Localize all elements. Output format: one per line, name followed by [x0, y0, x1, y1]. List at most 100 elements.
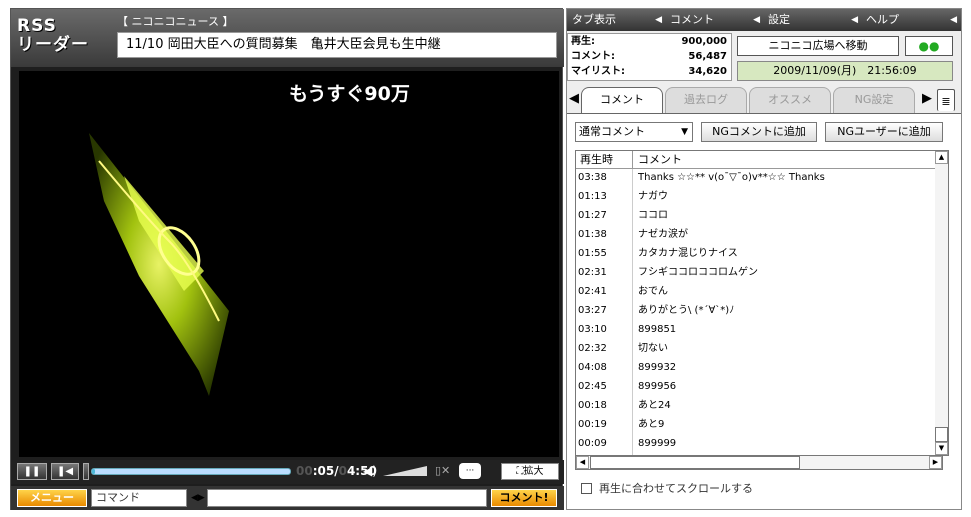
comment-row[interactable]: 03:27 ありがとう\ (*´∀`*)ﾉ: [576, 302, 928, 320]
stat-mylist: マイリスト: 34,620: [571, 66, 727, 77]
tab-recommend[interactable]: オススメ: [749, 87, 831, 113]
menu-tab-display[interactable]: タブ表示 ◀: [569, 12, 664, 28]
comment-text: フシギココロココロムゲン: [638, 267, 758, 278]
comment-row[interactable]: 01:13 ナガウ: [576, 188, 928, 206]
video-player: RSS リーダー 【 ニコニコニュース 】 11/10 岡田大臣への質問募集 亀…: [10, 8, 564, 510]
menu-button[interactable]: メニュー: [17, 489, 87, 507]
sync-scroll-label: 再生に合わせてスクロールする: [599, 482, 753, 495]
logo-line2: リーダー: [17, 35, 89, 55]
panel-detach-icon[interactable]: ≣: [937, 89, 955, 111]
comment-time: 03:38: [578, 172, 607, 183]
comment-text: 899851: [638, 324, 677, 335]
comment-toggle-icon[interactable]: ···: [459, 463, 481, 479]
comment-text: 切ない: [638, 343, 668, 354]
rewind-button[interactable]: ❚◀: [51, 463, 79, 480]
stat-comment: コメント: 56,487: [571, 51, 727, 62]
menu-comment[interactable]: コメント ◀: [667, 12, 762, 28]
menu-help[interactable]: ヘルプ ◀: [863, 12, 959, 28]
comment-text: ナガウ: [638, 191, 668, 202]
logo-line1: RSS: [17, 16, 57, 36]
app-root: RSS リーダー 【 ニコニコニュース 】 11/10 岡田大臣への質問募集 亀…: [0, 0, 971, 517]
comment-time: 03:10: [578, 324, 607, 335]
horizontal-scrollbar[interactable]: ◀ ▶: [575, 456, 943, 470]
comment-time: 01:13: [578, 191, 607, 202]
vertical-scrollbar[interactable]: ▲ ▼: [935, 150, 949, 456]
post-comment-button[interactable]: コメント!: [491, 489, 557, 507]
scroll-thumb[interactable]: [935, 427, 948, 442]
comment-text: 899956: [638, 381, 677, 392]
tab-next-icon[interactable]: ▶: [919, 87, 935, 113]
volume-icon[interactable]: ◀): [363, 464, 377, 478]
sync-scroll-checkbox[interactable]: [581, 483, 592, 494]
menu-settings[interactable]: 設定 ◀: [765, 12, 860, 28]
scroll-left-icon[interactable]: ◀: [576, 456, 589, 469]
comment-time: 02:45: [578, 381, 607, 392]
add-ng-user-button[interactable]: NGユーザーに追加: [825, 122, 943, 142]
channel-name[interactable]: 【 ニコニコニュース 】: [117, 13, 233, 29]
video-area[interactable]: もうすぐ90万: [19, 71, 559, 457]
header-comment[interactable]: コメント: [638, 151, 682, 169]
side-panel: タブ表示 ◀ コメント ◀ 設定 ◀ ヘルプ ◀ 再生: 900,000 コメント: 56,…: [566, 8, 962, 510]
chevron-left-icon: ◀: [753, 15, 760, 25]
tab-comment[interactable]: コメント: [581, 87, 663, 114]
comment-row[interactable]: 04:08 899932: [576, 359, 928, 377]
comment-time: 00:19: [578, 419, 607, 430]
comment-row[interactable]: 00:18 あと24: [576, 397, 928, 415]
control-bar: ❚❚ ❚◀ 00:05/04:50 ◀) ▯✕ ··· ⛶拡大: [11, 460, 564, 484]
volume-slider[interactable]: [383, 466, 427, 476]
command-bar: メニュー コマンド ◀▶ コメント!: [11, 486, 564, 510]
comment-row[interactable]: 02:31 フシギココロココロムゲン: [576, 264, 928, 282]
comment-row[interactable]: 02:41 おでん: [576, 283, 928, 301]
comment-row[interactable]: 01:27 ココロ: [576, 207, 928, 225]
comment-row[interactable]: 03:38 Thanks ☆☆** v(o¯▽¯o)v**☆☆ Thanks: [576, 169, 928, 187]
seek-bar[interactable]: [91, 468, 291, 475]
comment-row[interactable]: 01:55 カタカナ混じりナイス: [576, 245, 928, 263]
chevron-down-icon: ▼: [681, 127, 688, 137]
comment-row[interactable]: 02:32 切ない: [576, 340, 928, 358]
comment-row[interactable]: 01:38 ナゼカ涙が: [576, 226, 928, 244]
comment-list[interactable]: 再生時 コメント 03:38 Thanks ☆☆** v(o¯▽¯o)v**☆☆ …: [575, 150, 943, 456]
comment-time: 00:09: [578, 438, 607, 449]
users-icon[interactable]: ●●: [905, 36, 953, 56]
comment-time: 04:08: [578, 362, 607, 373]
comment-time: 02:31: [578, 267, 607, 278]
comment-input[interactable]: [207, 489, 487, 507]
comment-time: 01:38: [578, 229, 607, 240]
datetime-display: 2009/11/09(月) 21:56:09: [737, 61, 953, 81]
pause-button[interactable]: ❚❚: [17, 463, 47, 480]
comment-time: 02:32: [578, 343, 607, 354]
comment-type-select[interactable]: 通常コメント ▼: [575, 122, 693, 142]
command-arrows[interactable]: ◀▶: [191, 489, 205, 507]
comment-text: おでん: [638, 286, 668, 297]
stat-play: 再生: 900,000: [571, 36, 727, 47]
seek-handle[interactable]: [83, 463, 89, 480]
comment-text: ありがとう\ (*´∀`*)ﾉ: [638, 305, 735, 316]
zoom-icon: ⛶: [516, 466, 524, 477]
panel-tabs: ◀ コメント 過去ログ オススメ NG設定 ▶ ≣: [567, 87, 961, 114]
comment-row[interactable]: 03:10 899851: [576, 321, 928, 339]
overlay-comment: もうすぐ90万: [289, 83, 410, 105]
comment-row[interactable]: 00:19 あと9: [576, 416, 928, 434]
header-time[interactable]: 再生時: [580, 151, 613, 169]
add-ng-comment-button[interactable]: NGコメントに追加: [701, 122, 817, 142]
zoom-button[interactable]: ⛶拡大: [501, 463, 559, 480]
scroll-down-icon[interactable]: ▼: [935, 442, 948, 455]
comment-panel: 通常コメント ▼ NGコメントに追加 NGユーザーに追加 再生時 コメント 03:…: [567, 113, 961, 509]
hscroll-thumb[interactable]: [590, 456, 800, 469]
comment-text: カタカナ混じりナイス: [638, 248, 738, 259]
video-stats: 再生: 900,000 コメント: 56,487 マイリスト: 34,620: [567, 33, 732, 81]
hiroba-button[interactable]: ニコニコ広場へ移動: [737, 36, 899, 56]
rss-reader-logo[interactable]: RSS リーダー: [17, 17, 103, 61]
comment-row[interactable]: 00:09 899999: [576, 435, 928, 453]
video-frame-art: [89, 133, 229, 396]
seek-bar-fill: [92, 469, 95, 474]
mute-icon[interactable]: ▯✕: [435, 464, 450, 477]
tab-ng-settings[interactable]: NG設定: [833, 87, 915, 113]
tab-prev-icon[interactable]: ◀: [567, 87, 581, 113]
comment-row[interactable]: 02:45 899956: [576, 378, 928, 396]
comment-time: 00:18: [578, 400, 607, 411]
scroll-up-icon[interactable]: ▲: [935, 151, 948, 164]
tab-past-log[interactable]: 過去ログ: [665, 87, 747, 113]
command-input[interactable]: コマンド: [91, 489, 187, 507]
scroll-right-icon[interactable]: ▶: [929, 456, 942, 469]
